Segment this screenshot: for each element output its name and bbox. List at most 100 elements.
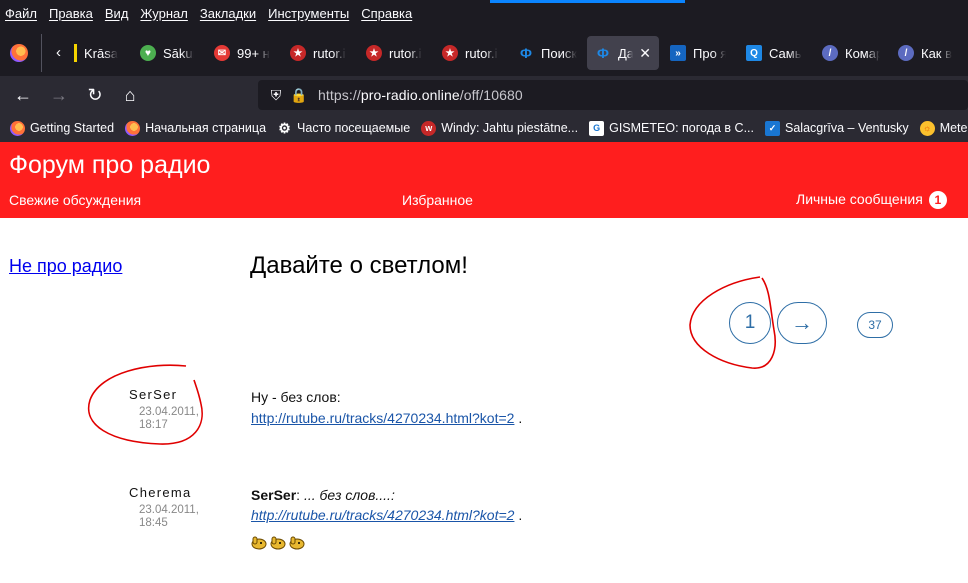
bookmark-label: Часто посещаемые <box>297 121 411 135</box>
page-last-button[interactable]: 37 <box>857 312 893 338</box>
lock-icon[interactable]: 🔒 <box>290 87 307 104</box>
url-bar[interactable]: ⛨ 🔒 https://pro-radio.online/off/10680 <box>258 80 968 110</box>
page-next-button[interactable]: → <box>777 302 827 344</box>
smiley-row <box>250 535 307 550</box>
tab-krasa[interactable]: Krāsa <box>74 36 126 70</box>
post-author[interactable]: Cherema <box>129 485 192 500</box>
bookmark-gismeteo[interactable]: G GISMETEO: погода в С... <box>589 120 754 136</box>
tab-separator <box>41 34 42 72</box>
close-icon[interactable]: ✕ <box>639 45 651 62</box>
nav-private-messages-label: Личные сообщения <box>796 191 923 207</box>
tab-label: Про я <box>693 45 726 61</box>
bookmark-label: Getting Started <box>30 121 115 135</box>
tab-label: Как в <box>921 45 953 61</box>
chevron-left-icon[interactable]: ‹ <box>56 44 61 61</box>
menu-bookmarks[interactable]: Закладки <box>200 6 256 21</box>
quote-separator: : <box>296 487 304 503</box>
navigation-bar: ← → ↻ ⌂ ⛨ 🔒 https://pro-radio.online/off… <box>0 76 968 114</box>
firefox-view-icon[interactable] <box>10 44 28 62</box>
bookmark-label: Salacgrīva – Ventusky <box>785 121 909 135</box>
forum-icon: » <box>670 45 686 61</box>
shield-icon[interactable]: ⛨ <box>268 87 284 104</box>
menu-help[interactable]: Справка <box>361 6 412 21</box>
tab-mail[interactable]: ✉ 99+ н <box>214 36 270 70</box>
tab-rutor-3[interactable]: ★ rutor.i <box>442 36 498 70</box>
nav-fresh-discussions[interactable]: Свежие обсуждения <box>9 192 141 208</box>
post-link-line: http://rutube.ru/tracks/4270234.html?kot… <box>251 507 522 523</box>
nav-private-messages[interactable]: Личные сообщения 1 <box>796 191 947 210</box>
yellow-bar-icon <box>74 44 77 62</box>
home-icon[interactable]: ⌂ <box>118 83 142 107</box>
tab-active-forum[interactable]: Ф Дав ✕ <box>587 36 659 70</box>
post-link-line: http://rutube.ru/tracks/4270234.html?kot… <box>251 410 522 426</box>
page-current-button[interactable]: 1 <box>729 302 771 344</box>
feather-icon: / <box>822 45 838 61</box>
menu-view[interactable]: Вид <box>105 6 129 21</box>
quote-author: SerSer <box>251 487 297 503</box>
reload-icon[interactable]: ↻ <box>83 83 107 107</box>
post-link[interactable]: http://rutube.ru/tracks/4270234.html?kot… <box>251 410 514 426</box>
mail-icon: ✉ <box>214 45 230 61</box>
title-progress-line <box>490 0 685 3</box>
tab-label: Самы <box>769 45 802 61</box>
firefox-icon <box>10 120 25 136</box>
menu-file[interactable]: Файл <box>5 6 37 21</box>
menu-tools[interactable]: Инструменты <box>268 6 349 21</box>
tab-samy[interactable]: Q Самы <box>746 36 802 70</box>
rutor-icon: ★ <box>290 45 306 61</box>
tab-label: Поиск <box>541 45 578 61</box>
bookmark-label: GISMETEO: погода в С... <box>609 121 754 135</box>
post-date: 23.04.2011, 18:17 <box>139 406 199 431</box>
url-text[interactable]: https://pro-radio.online/off/10680 <box>318 87 523 103</box>
thread-title: Давайте о светлом! <box>250 252 468 279</box>
tab-label: rutor.i <box>465 45 498 61</box>
post-date: 23.04.2011, 18:45 <box>139 504 199 529</box>
url-path: /off/10680 <box>459 87 523 103</box>
thumbs-up-smiley-icon <box>251 536 267 550</box>
browser-window: Файл Правка Вид Журнал Закладки Инструме… <box>0 0 968 583</box>
tab-rutor-2[interactable]: ★ rutor.i <box>366 36 422 70</box>
tab-label: rutor.i <box>389 45 422 61</box>
tab-search[interactable]: Ф Поиск <box>518 36 578 70</box>
tab-sakum[interactable]: ♥ Sākum <box>140 36 194 70</box>
bookmark-ventusky[interactable]: ✓ Salacgrīva – Ventusky <box>765 120 909 136</box>
feather-icon: / <box>898 45 914 61</box>
tab-bar: ‹ Krāsa ♥ Sākum ✉ 99+ н ★ rutor.i ★ ruto… <box>0 26 968 76</box>
forward-arrow-icon[interactable]: → <box>47 83 71 107</box>
post-link[interactable]: http://rutube.ru/tracks/4270234.html?kot… <box>251 507 514 523</box>
tab-komar[interactable]: / Комар <box>822 36 880 70</box>
bookmark-most-visited[interactable]: ⚙ Часто посещаемые <box>277 119 411 136</box>
bookmark-label: Windy: Jahtu piestātne... <box>441 121 579 135</box>
rutor-icon: ★ <box>442 45 458 61</box>
tab-rutor-1[interactable]: ★ rutor.i <box>290 36 346 70</box>
menu-edit[interactable]: Правка <box>49 6 93 21</box>
post-author[interactable]: SerSer <box>129 387 177 402</box>
tab-label: Комар <box>845 45 880 61</box>
back-arrow-icon[interactable]: ← <box>11 83 35 107</box>
bookmarks-toolbar: Getting Started Начальная страница ⚙ Час… <box>0 114 968 142</box>
bookmark-meteo[interactable]: ☼ Meteoroloģisk <box>919 120 968 136</box>
section-link[interactable]: Не про радио <box>9 256 122 277</box>
heart-icon: ♥ <box>140 45 156 61</box>
gear-icon: ⚙ <box>278 119 291 136</box>
site-title[interactable]: Форум про радио <box>9 151 210 180</box>
site-header: Форум про радио Свежие обсуждения Избран… <box>0 142 968 218</box>
nav-favorites[interactable]: Избранное <box>402 192 473 208</box>
menu-history[interactable]: Журнал <box>140 6 187 21</box>
menu-bar: Файл Правка Вид Журнал Закладки Инструме… <box>0 0 968 26</box>
thumbs-up-smiley-icon <box>270 536 286 550</box>
bookmark-windy[interactable]: w Windy: Jahtu piestātne... <box>421 120 579 136</box>
tab-label: 99+ н <box>237 45 270 61</box>
thumbs-up-smiley-icon <box>289 536 305 550</box>
tab-pro[interactable]: » Про я <box>670 36 726 70</box>
firefox-icon <box>125 120 141 136</box>
bookmark-start-page[interactable]: Начальная страница <box>125 120 267 136</box>
tab-label: Krāsa <box>84 45 118 61</box>
post-link-trailer: . <box>514 507 523 523</box>
tab-kak[interactable]: / Как в <box>898 36 956 70</box>
url-prefix: https:// <box>318 87 361 103</box>
bookmark-label: Начальная страница <box>145 121 267 135</box>
phi-icon: Ф <box>597 45 609 61</box>
bookmark-getting-started[interactable]: Getting Started <box>10 120 115 136</box>
post-text: Ну - без слов: <box>251 389 341 405</box>
